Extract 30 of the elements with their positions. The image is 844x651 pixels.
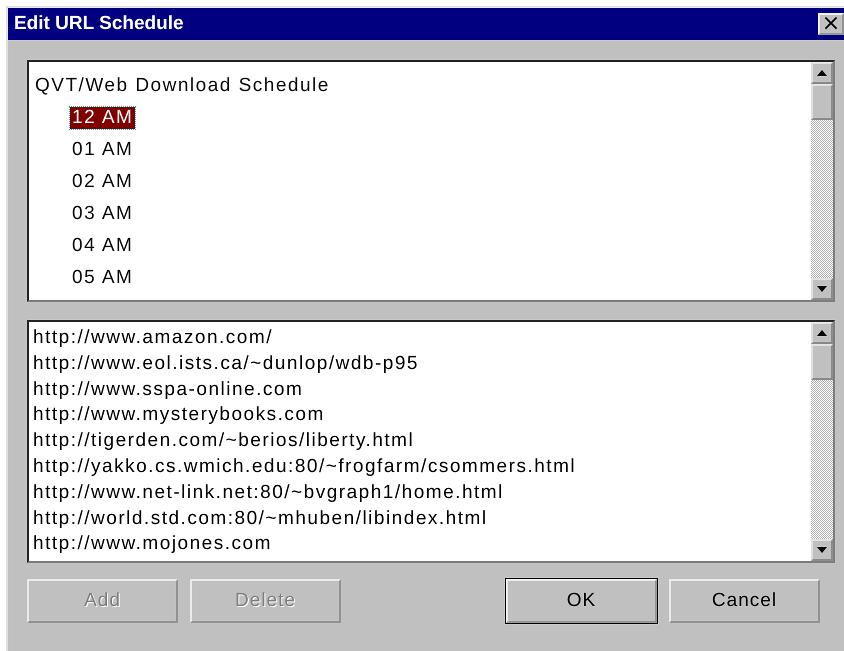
- tree-item[interactable]: 01 AM: [70, 139, 136, 161]
- url-item[interactable]: http://tigerden.com/~berios/liberty.html: [33, 428, 811, 454]
- up-arrow-icon: [817, 330, 827, 336]
- down-arrow-icon: [817, 286, 827, 292]
- url-item[interactable]: http://www.mysterybooks.com: [33, 402, 811, 428]
- scroll-up-button[interactable]: [811, 322, 833, 344]
- url-item[interactable]: http://www.amazon.com/: [33, 325, 811, 351]
- tree-item[interactable]: 03 AM: [70, 203, 136, 225]
- down-arrow-icon: [817, 547, 827, 553]
- scroll-thumb[interactable]: [811, 84, 833, 120]
- tree-item[interactable]: 04 AM: [70, 235, 136, 257]
- url-item[interactable]: http://world.std.com:80/~mhuben/libindex.html: [33, 506, 811, 532]
- ok-button[interactable]: OK: [506, 579, 657, 623]
- scroll-down-button[interactable]: [811, 539, 833, 561]
- scroll-up-button[interactable]: [811, 62, 833, 84]
- window-title: Edit URL Schedule: [14, 13, 184, 35]
- tree-item[interactable]: 12 AM: [70, 107, 136, 129]
- cancel-button[interactable]: Cancel: [669, 579, 820, 623]
- tree-item[interactable]: 05 AM: [70, 267, 136, 289]
- scroll-thumb[interactable]: [811, 344, 833, 380]
- url-item[interactable]: http://www.sspa-online.com: [33, 376, 811, 402]
- url-item[interactable]: http://www.net-link.net:80/~bvgraph1/home.html: [33, 480, 811, 506]
- tree-item[interactable]: 02 AM: [70, 171, 136, 193]
- close-button[interactable]: ×: [818, 13, 844, 35]
- url-item[interactable]: http://www.eol.ists.ca/~dunlop/wdb-p95: [33, 350, 811, 377]
- tree-root-item[interactable]: QVT/Web Download Schedule: [33, 75, 332, 97]
- up-arrow-icon: [817, 70, 827, 76]
- url-item[interactable]: http://www.mojones.com: [33, 531, 811, 558]
- scroll-down-button[interactable]: [811, 278, 833, 300]
- url-item[interactable]: http://yakko.cs.wmich.edu:80/~frogfarm/csommers.html: [33, 454, 811, 480]
